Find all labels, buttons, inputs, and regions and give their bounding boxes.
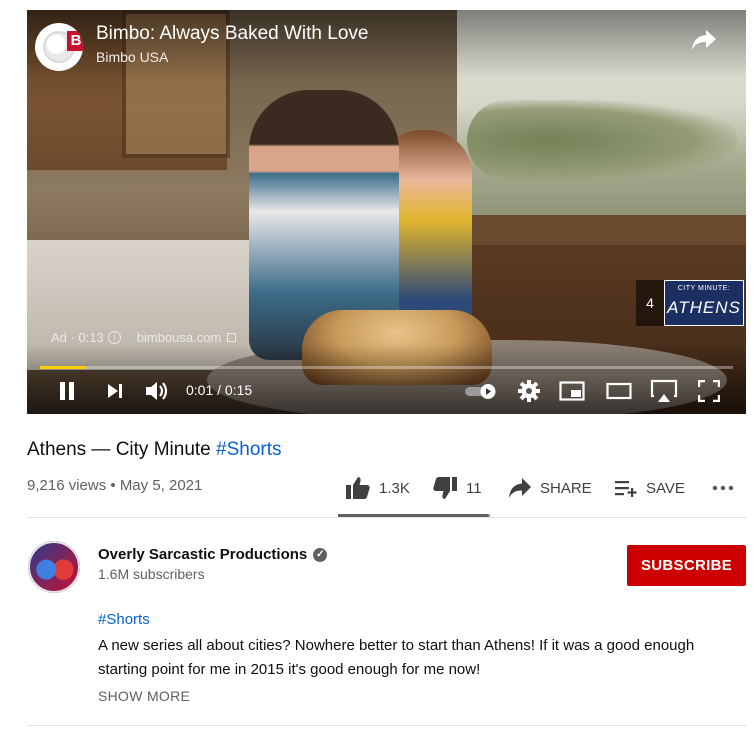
channel-name-row: Overly Sarcastic Productions ✓ xyxy=(98,546,328,563)
video-player[interactable]: B Bimbo: Always Baked With Love Bimbo US… xyxy=(27,10,746,414)
thumbnail-caption: CITY MINUTE: xyxy=(677,285,731,292)
share-icon[interactable] xyxy=(691,28,717,52)
channel-name[interactable]: Overly Sarcastic Productions xyxy=(98,546,307,563)
ad-channel-logo[interactable]: B xyxy=(35,23,83,71)
theater-mode-button[interactable] xyxy=(605,378,633,404)
dislike-count: 11 xyxy=(466,479,482,497)
video-title: Athens — City Minute #Shorts xyxy=(27,439,282,461)
video-title-text: Athens — City Minute xyxy=(27,439,217,460)
video-meta: 9,216 views • May 5, 2021 xyxy=(27,477,203,494)
pause-button[interactable] xyxy=(53,378,81,404)
thumbnail-title: ATHENS xyxy=(667,298,741,317)
progress-bar-fill xyxy=(40,366,87,369)
airplay-icon xyxy=(650,379,678,402)
dislike-button[interactable]: 11 xyxy=(432,476,482,500)
view-count: 9,216 views xyxy=(27,477,107,494)
theater-icon xyxy=(606,382,632,400)
divider xyxy=(27,725,746,726)
ad-info-icon[interactable]: i xyxy=(107,331,121,344)
ad-title[interactable]: Bimbo: Always Baked With Love xyxy=(96,23,368,45)
volume-button[interactable] xyxy=(143,378,171,404)
subscriber-count: 1.6M subscribers xyxy=(98,566,205,582)
ad-logo-letter: B xyxy=(67,31,83,51)
miniplayer-icon xyxy=(559,381,585,401)
divider xyxy=(27,517,746,518)
title-hashtag-link[interactable]: #Shorts xyxy=(216,439,281,460)
volume-icon xyxy=(146,382,168,400)
save-button[interactable]: SAVE xyxy=(614,476,685,500)
video-frame-counter xyxy=(467,215,746,245)
top-gradient xyxy=(27,10,746,80)
fullscreen-button[interactable] xyxy=(696,378,722,404)
time-display: 0:01 / 0:15 xyxy=(186,382,253,398)
share-label: SHARE xyxy=(540,479,592,497)
like-count: 1.3K xyxy=(379,479,410,497)
ad-info-bar: Ad · 0:13 i bimbousa.com xyxy=(51,330,237,345)
next-button[interactable] xyxy=(103,378,127,404)
fullscreen-icon xyxy=(698,380,720,402)
description-text: A new series all about cities? Nowhere b… xyxy=(98,637,695,678)
gear-icon xyxy=(518,380,540,402)
more-horizontal-icon xyxy=(712,485,734,491)
share-button[interactable]: SHARE xyxy=(508,476,592,500)
share-arrow-icon xyxy=(509,478,531,498)
ad-domain-link[interactable]: bimbousa.com xyxy=(137,330,222,345)
bottom-gradient xyxy=(27,344,746,414)
playlist-add-icon xyxy=(615,481,637,497)
miniplayer-button[interactable] xyxy=(558,378,586,404)
external-link-icon[interactable] xyxy=(227,333,237,342)
ad-label: Ad · 0:13 xyxy=(51,330,104,345)
video-frame-trees xyxy=(467,100,737,180)
progress-bar[interactable] xyxy=(40,366,733,369)
like-button[interactable]: 1.3K xyxy=(345,476,410,500)
settings-button[interactable] xyxy=(517,378,541,404)
description-hashtag-link[interactable]: #Shorts xyxy=(98,611,150,628)
upload-date: May 5, 2021 xyxy=(119,477,203,494)
next-video-thumbnail[interactable]: CITY MINUTE: ATHENS xyxy=(664,280,744,326)
cast-button[interactable] xyxy=(649,378,679,404)
verified-icon: ✓ xyxy=(313,547,328,562)
next-icon xyxy=(108,384,122,398)
pause-icon xyxy=(60,382,74,400)
thumbs-down-icon xyxy=(433,477,457,499)
more-actions-button[interactable] xyxy=(712,476,734,500)
autoplay-icon xyxy=(465,384,496,399)
autoplay-toggle[interactable] xyxy=(464,378,498,404)
thumbs-up-icon xyxy=(346,477,370,499)
ad-channel-name[interactable]: Bimbo USA xyxy=(96,49,168,65)
save-label: SAVE xyxy=(646,479,685,497)
show-more-button[interactable]: SHOW MORE xyxy=(98,688,190,704)
channel-avatar[interactable] xyxy=(28,541,80,593)
subscribe-button[interactable]: SUBSCRIBE xyxy=(627,545,746,586)
skip-countdown: 4 xyxy=(636,280,664,326)
